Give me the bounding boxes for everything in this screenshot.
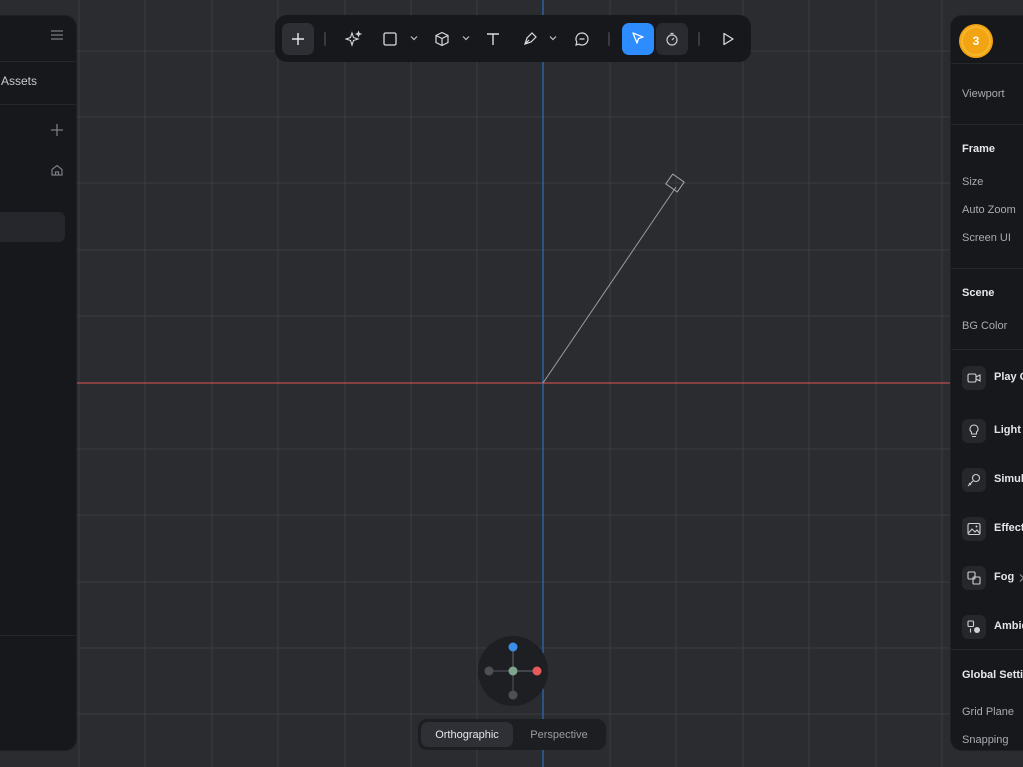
video-camera-icon bbox=[967, 373, 981, 383]
cube-tool-button[interactable] bbox=[426, 23, 458, 55]
image-icon bbox=[967, 522, 981, 536]
size-label: Size bbox=[962, 176, 984, 188]
frame-header: Frame bbox=[962, 143, 996, 155]
play-button[interactable] bbox=[712, 23, 744, 55]
snapping-label: Snapping bbox=[962, 734, 1009, 746]
sparkle-icon bbox=[345, 30, 363, 47]
global-settings-header: Global Setti bbox=[962, 669, 1023, 681]
timer-tool-button[interactable] bbox=[656, 23, 688, 55]
avatar[interactable]: 3 bbox=[959, 24, 993, 58]
chevron-down-icon[interactable] bbox=[409, 33, 419, 43]
perspective-button[interactable]: Perspective bbox=[515, 722, 603, 747]
text-icon bbox=[487, 33, 499, 45]
ai-button[interactable] bbox=[338, 23, 370, 55]
pen-icon bbox=[524, 32, 537, 45]
timer-icon bbox=[666, 32, 678, 46]
y-axis-handle[interactable] bbox=[508, 642, 518, 652]
comment-tool-button[interactable] bbox=[566, 23, 598, 55]
right-panel: 3 Viewport Frame Size Auto Zoom Screen U… bbox=[950, 15, 1023, 751]
screen-ui-label: Screen UI bbox=[962, 232, 1011, 244]
menu-icon[interactable] bbox=[50, 28, 64, 42]
chevron-right-icon[interactable] bbox=[1018, 573, 1023, 583]
play-icon bbox=[723, 32, 734, 46]
add-button[interactable] bbox=[282, 23, 314, 55]
main-toolbar bbox=[275, 15, 751, 62]
physics-icon bbox=[967, 473, 981, 487]
cube-icon bbox=[435, 31, 449, 47]
x-axis-handle[interactable] bbox=[532, 666, 542, 676]
view-mode-toggle: Orthographic Perspective bbox=[418, 719, 606, 750]
ambient-light-icon bbox=[967, 620, 980, 633]
neg-y-axis-handle[interactable] bbox=[508, 690, 518, 700]
orientation-gizmo[interactable] bbox=[478, 636, 548, 706]
neg-x-axis-handle[interactable] bbox=[484, 666, 494, 676]
viewport-label: Viewport bbox=[962, 88, 1005, 100]
orthographic-button[interactable]: Orthographic bbox=[421, 722, 513, 747]
assets-tab[interactable]: Assets bbox=[1, 74, 37, 88]
grid-plane-label: Grid Plane bbox=[962, 706, 1014, 718]
rectangle-icon bbox=[383, 32, 397, 46]
auto-zoom-label: Auto Zoom bbox=[962, 204, 1016, 216]
scene-header: Scene bbox=[962, 287, 995, 299]
z-axis-handle[interactable] bbox=[508, 666, 518, 676]
home-icon[interactable] bbox=[50, 163, 64, 177]
left-panel: Assets bbox=[0, 15, 77, 751]
lightbulb-icon bbox=[969, 424, 979, 438]
chevron-down-icon[interactable] bbox=[461, 33, 471, 43]
bg-color-label: BG Color bbox=[962, 320, 1008, 332]
pen-tool-button[interactable] bbox=[514, 23, 546, 55]
rectangle-tool-button[interactable] bbox=[374, 23, 406, 55]
text-tool-button[interactable] bbox=[477, 23, 509, 55]
chevron-down-icon[interactable] bbox=[548, 33, 558, 43]
plus-icon[interactable] bbox=[50, 123, 64, 137]
cursor-icon bbox=[632, 32, 644, 44]
selected-layer-row[interactable] bbox=[0, 212, 65, 242]
plus-icon bbox=[292, 33, 304, 45]
comment-icon bbox=[575, 32, 589, 46]
axis-gizmo-graphic bbox=[484, 642, 542, 700]
fog-icon bbox=[967, 571, 981, 585]
select-tool-button[interactable] bbox=[622, 23, 654, 55]
